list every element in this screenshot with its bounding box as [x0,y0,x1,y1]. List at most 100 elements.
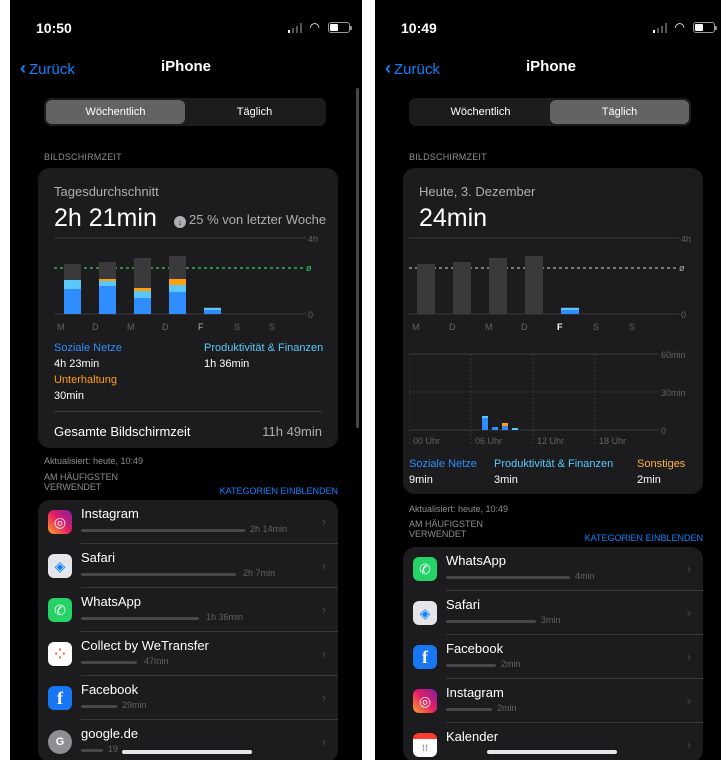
tab-daily[interactable]: Täglich [550,100,689,124]
arrow-down-icon: ↓ [174,216,186,228]
day-label: D [449,322,456,332]
day-label: M [412,322,420,332]
whatsapp-icon: ✆ [48,598,72,622]
period-segmented-control: Wöchentlich Täglich [44,98,326,126]
hour-label: 18 Uhr [599,436,626,446]
bar-wed [489,258,507,314]
status-bar: 10:49 ◠ [375,18,721,38]
page-title: iPhone [525,58,576,75]
legend-productivity: Produktivität & Finanzen [494,458,614,470]
app-name: Facebook [446,641,504,656]
screen-time-card[interactable]: Tagesdurchschnitt 2h 21min ↓ 25 % von let… [38,168,338,448]
app-duration: 2min [501,659,521,669]
total-screen-time-row[interactable]: Gesamte Bildschirmzeit 11h 49min [54,411,322,449]
wifi-icon: ◠ [674,20,685,34]
legend-productivity: Produktivität & Finanzen [204,342,324,354]
app-name: google.de [81,726,139,741]
app-duration: 19 [108,744,119,754]
list-item[interactable]: f Facebook 2min › [403,635,703,679]
list-item[interactable]: ✆ WhatsApp 1h 36min › [38,588,338,632]
status-time: 10:50 [36,20,72,36]
instagram-icon: ◎ [413,689,437,713]
app-name: Instagram [446,685,504,700]
list-item[interactable]: ⁞⁞ Kalender › [403,723,703,760]
bar-fri [204,307,221,314]
chevron-right-icon: › [686,737,691,752]
home-indicator[interactable] [122,750,252,754]
app-duration: 2h 14min [250,524,288,534]
period-segmented-control: Wöchentlich Täglich [409,98,691,126]
home-indicator[interactable] [487,750,617,754]
list-item[interactable]: ◎ Instagram 2min › [403,679,703,723]
list-item[interactable]: f Facebook 29min › [38,676,338,720]
y-axis-label: 0 [661,426,666,436]
list-item[interactable]: ✆ WhatsApp 4min › [403,547,703,591]
app-name: Facebook [81,682,139,697]
y-axis-min-label: 0 [681,310,686,320]
y-axis-max-label: 4h [308,236,318,244]
battery-icon [693,22,717,33]
bar-tue [453,262,471,314]
bar-mon [64,264,81,314]
bar-fri [561,307,579,314]
y-axis-label: 30min [661,388,686,398]
section-label-most-used: AM HÄUFIGSTEN VERWENDET [44,472,119,492]
day-label: F [557,322,563,332]
scrollbar[interactable] [356,88,359,428]
list-item[interactable]: ◈ Safari 3min › [403,591,703,635]
hour-label: 06 Uhr [475,436,502,446]
safari-icon: ◈ [48,554,72,578]
day-label: D [92,322,99,332]
chevron-right-icon: › [686,561,691,576]
daily-average: 2h 21min [54,204,157,232]
legend-other-value: 2min [637,474,661,486]
day-label: D [162,322,169,332]
tab-weekly[interactable]: Wöchentlich [46,100,185,124]
list-item[interactable]: ⁘ Collect by WeTransfer 47min › [38,632,338,676]
today-total: 24min [419,204,488,232]
phone-daily-screen: 10:49 ◠ ‹ Zurück iPhone Wöchentlich Tägli… [375,0,721,760]
legend-social: Soziale Netze [409,458,477,470]
day-label: S [593,322,599,332]
nav-bar: ‹ Zurück iPhone [10,52,362,82]
bar-mon [417,264,435,314]
list-item[interactable]: ◎ Instagram 2h 14min › [38,500,338,544]
app-name: Safari [81,550,115,565]
weekly-change-text: 25 % von letzter Woche [189,212,327,227]
hour-label: 12 Uhr [537,436,564,446]
section-label-most-used: AM HÄUFIGSTEN VERWENDET [409,519,484,539]
show-categories-link[interactable]: KATEGORIEN EINBLENDEN [220,486,338,496]
list-item[interactable]: ◈ Safari 2h 7min › [38,544,338,588]
updated-text: Aktualisiert: heute, 10:49 [409,504,509,514]
hour-bar-7 [482,416,488,430]
show-categories-link[interactable]: KATEGORIEN EINBLENDEN [585,533,703,543]
weekly-usage-chart: 4h 0 ø M D M D F S S [54,236,318,332]
day-label: M [127,322,135,332]
usage-bar [446,576,570,579]
usage-bar [446,620,536,623]
app-name: Kalender [446,729,499,744]
tab-weekly[interactable]: Wöchentlich [411,100,550,124]
section-label-screen-time: BILDSCHIRMZEIT [44,152,122,162]
app-duration: 2min [497,703,517,713]
legend-entertainment-value: 30min [54,390,84,402]
whatsapp-icon: ✆ [413,557,437,581]
page-title: iPhone [160,58,211,75]
hour-bar-8 [492,427,498,430]
app-name: Safari [446,597,480,612]
usage-bar [446,708,492,711]
signal-icon [288,23,302,33]
app-duration: 1h 36min [206,612,244,622]
chevron-right-icon: › [321,734,326,749]
safari-icon: ◈ [413,601,437,625]
legend-social: Soziale Netze [54,342,122,354]
list-item[interactable]: G google.de 19 › [38,720,338,760]
chevron-right-icon: › [686,649,691,664]
day-label: F [198,322,204,332]
chevron-right-icon: › [321,690,326,705]
screen-time-card[interactable]: Heute, 3. Dezember 24min 4h 0 ø M D M D … [403,168,703,494]
bar-tue [99,262,116,314]
app-duration: 47min [144,656,169,666]
tab-daily[interactable]: Täglich [185,100,324,124]
day-label: S [269,322,275,332]
